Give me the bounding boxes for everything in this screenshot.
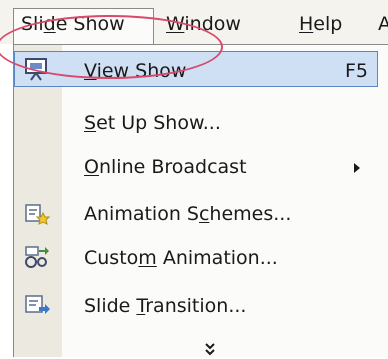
menu-item-online-broadcast[interactable]: Online Broadcast — [14, 147, 388, 187]
menu-help[interactable]: Help — [299, 9, 342, 39]
menu-cut-off-item[interactable]: A — [378, 9, 388, 39]
menu-item-label: View Show — [84, 60, 187, 82]
menu-item-custom-animation[interactable]: Custom Animation... — [14, 238, 388, 278]
custom-animation-icon — [25, 246, 49, 268]
animation-schemes-icon — [25, 204, 51, 225]
shortcut-label: F5 — [345, 60, 369, 82]
menu-window[interactable]: Window — [166, 9, 241, 39]
menu-bar: Slide Show Window Help A — [0, 0, 388, 45]
submenu-arrow-icon — [354, 163, 360, 173]
menu-item-label: Animation Schemes... — [84, 203, 292, 225]
menu-slide-show[interactable]: Slide Show — [13, 8, 154, 45]
menu-item-set-up-show[interactable]: Set Up Show... — [14, 103, 388, 143]
slide-show-dropdown: View Show F5 Set Up Show... Online Broad… — [13, 44, 388, 357]
hover-highlight — [14, 51, 378, 87]
menu-item-label: Set Up Show... — [84, 112, 221, 134]
menu-item-label: Custom Animation... — [84, 247, 278, 269]
menu-item-label: Online Broadcast — [84, 156, 247, 178]
menu-item-view-show[interactable]: View Show F5 — [14, 51, 388, 91]
menu-item-animation-schemes[interactable]: Animation Schemes... — [14, 194, 388, 234]
projector-screen-icon — [25, 58, 47, 81]
expand-menu-chevron-icon[interactable] — [204, 342, 216, 359]
menu-item-label: Slide Transition... — [84, 295, 247, 317]
slide-transition-icon — [25, 295, 50, 314]
menu-item-slide-transition[interactable]: Slide Transition... — [14, 286, 388, 326]
